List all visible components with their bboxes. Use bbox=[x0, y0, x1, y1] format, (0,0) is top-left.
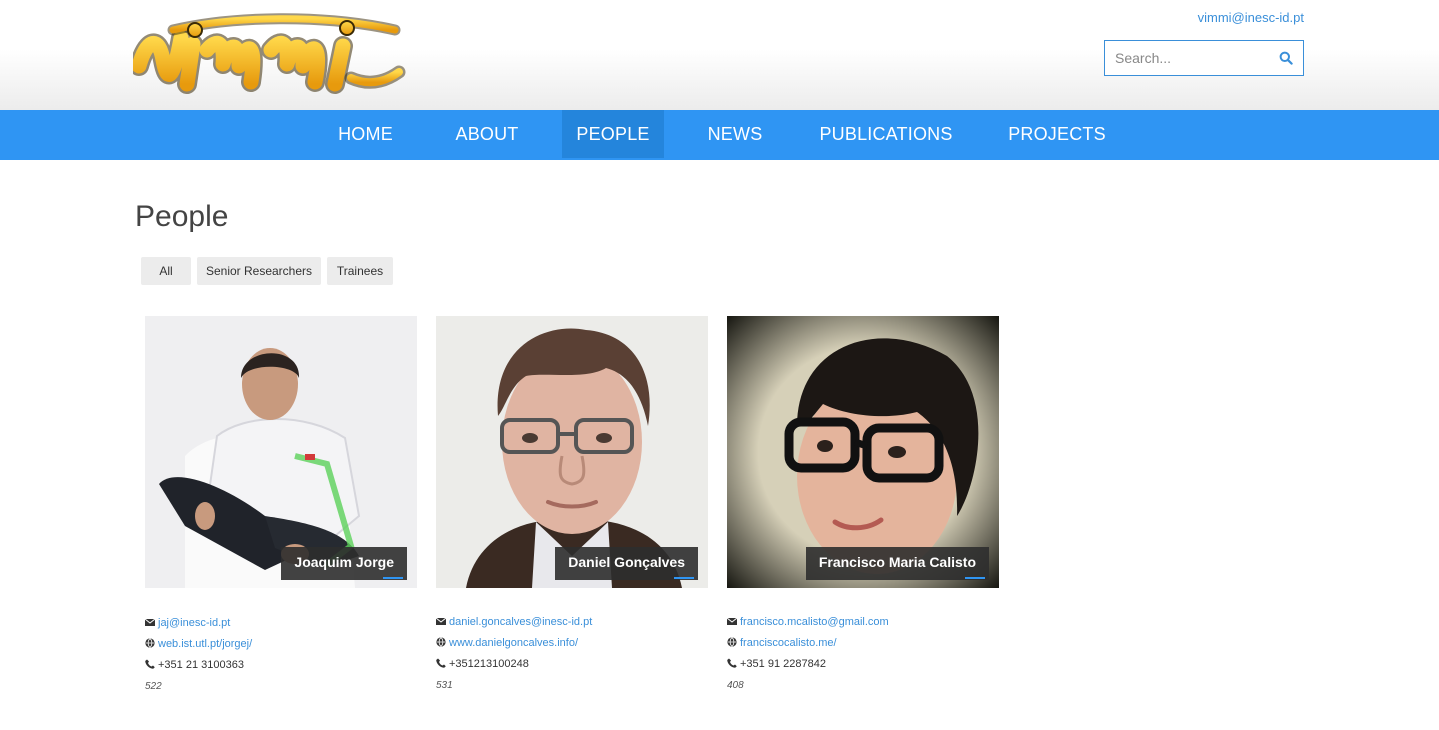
filter-all-button[interactable]: All bbox=[141, 257, 191, 285]
person-name-badge: Joaquim Jorge bbox=[281, 547, 407, 580]
email-row: jaj@inesc-id.pt bbox=[145, 617, 230, 629]
website-row: www.danielgoncalves.info/ bbox=[436, 637, 578, 649]
website-link[interactable]: www.danielgoncalves.info/ bbox=[449, 637, 578, 649]
person-photo[interactable]: Francisco Maria Calisto bbox=[727, 316, 999, 588]
phone-row: +351213100248 bbox=[436, 658, 529, 670]
phone-number: +351213100248 bbox=[449, 658, 529, 670]
phone-icon bbox=[145, 659, 155, 669]
person-name: Francisco Maria Calisto bbox=[818, 554, 976, 570]
vimmi-logo-graphic bbox=[133, 13, 406, 94]
site-logo[interactable] bbox=[133, 8, 408, 100]
badge-accent bbox=[674, 577, 694, 579]
phone-icon bbox=[436, 658, 446, 668]
phone-row: +351 91 2287842 bbox=[727, 658, 826, 670]
person-photo[interactable]: Joaquim Jorge bbox=[145, 316, 417, 588]
filter-senior-researchers-button[interactable]: Senior Researchers bbox=[197, 257, 321, 285]
person-name: Daniel Gonçalves bbox=[568, 554, 685, 570]
phone-icon bbox=[727, 658, 737, 668]
website-link[interactable]: franciscocalisto.me/ bbox=[740, 637, 837, 649]
nav-projects[interactable]: PROJECTS bbox=[994, 110, 1120, 158]
main-nav: HOME ABOUT PEOPLE NEWS PUBLICATIONS PROJ… bbox=[0, 110, 1439, 160]
nav-home[interactable]: HOME bbox=[318, 110, 413, 158]
globe-icon bbox=[727, 637, 737, 647]
nav-news[interactable]: NEWS bbox=[690, 110, 780, 158]
search-box[interactable] bbox=[1104, 40, 1304, 76]
envelope-icon bbox=[727, 617, 737, 625]
website-row: franciscocalisto.me/ bbox=[727, 637, 837, 649]
website-row: web.ist.utl.pt/jorgej/ bbox=[145, 638, 252, 650]
email-row: daniel.goncalves@inesc-id.pt bbox=[436, 616, 592, 628]
room-number: 531 bbox=[436, 680, 453, 691]
person-photo[interactable]: Daniel Gonçalves bbox=[436, 316, 708, 588]
search-icon[interactable] bbox=[1279, 51, 1293, 65]
website-link[interactable]: web.ist.utl.pt/jorgej/ bbox=[158, 638, 252, 650]
email-link[interactable]: daniel.goncalves@inesc-id.pt bbox=[449, 616, 592, 628]
badge-accent bbox=[383, 577, 403, 579]
email-row: francisco.mcalisto@gmail.com bbox=[727, 616, 889, 628]
page-title: People bbox=[135, 200, 229, 233]
filter-trainees-button[interactable]: Trainees bbox=[327, 257, 393, 285]
phone-number: +351 91 2287842 bbox=[740, 658, 826, 670]
envelope-icon bbox=[145, 618, 155, 626]
nav-people[interactable]: PEOPLE bbox=[562, 110, 664, 158]
site-header: vimmi@inesc-id.pt bbox=[0, 0, 1439, 110]
globe-icon bbox=[436, 637, 446, 647]
person-name: Joaquim Jorge bbox=[294, 554, 394, 570]
email-link[interactable]: francisco.mcalisto@gmail.com bbox=[740, 616, 889, 628]
email-link[interactable]: jaj@inesc-id.pt bbox=[158, 617, 230, 629]
search-input[interactable] bbox=[1105, 41, 1275, 75]
nav-about[interactable]: ABOUT bbox=[438, 110, 536, 158]
room-number: 522 bbox=[145, 681, 162, 692]
phone-row: +351 21 3100363 bbox=[145, 659, 244, 671]
person-name-badge: Daniel Gonçalves bbox=[555, 547, 698, 580]
room-number: 408 bbox=[727, 680, 744, 691]
nav-publications[interactable]: PUBLICATIONS bbox=[806, 110, 966, 158]
badge-accent bbox=[965, 577, 985, 579]
contact-email-link[interactable]: vimmi@inesc-id.pt bbox=[1198, 10, 1304, 25]
envelope-icon bbox=[436, 617, 446, 625]
phone-number: +351 21 3100363 bbox=[158, 659, 244, 671]
person-name-badge: Francisco Maria Calisto bbox=[805, 547, 989, 580]
globe-icon bbox=[145, 638, 155, 648]
